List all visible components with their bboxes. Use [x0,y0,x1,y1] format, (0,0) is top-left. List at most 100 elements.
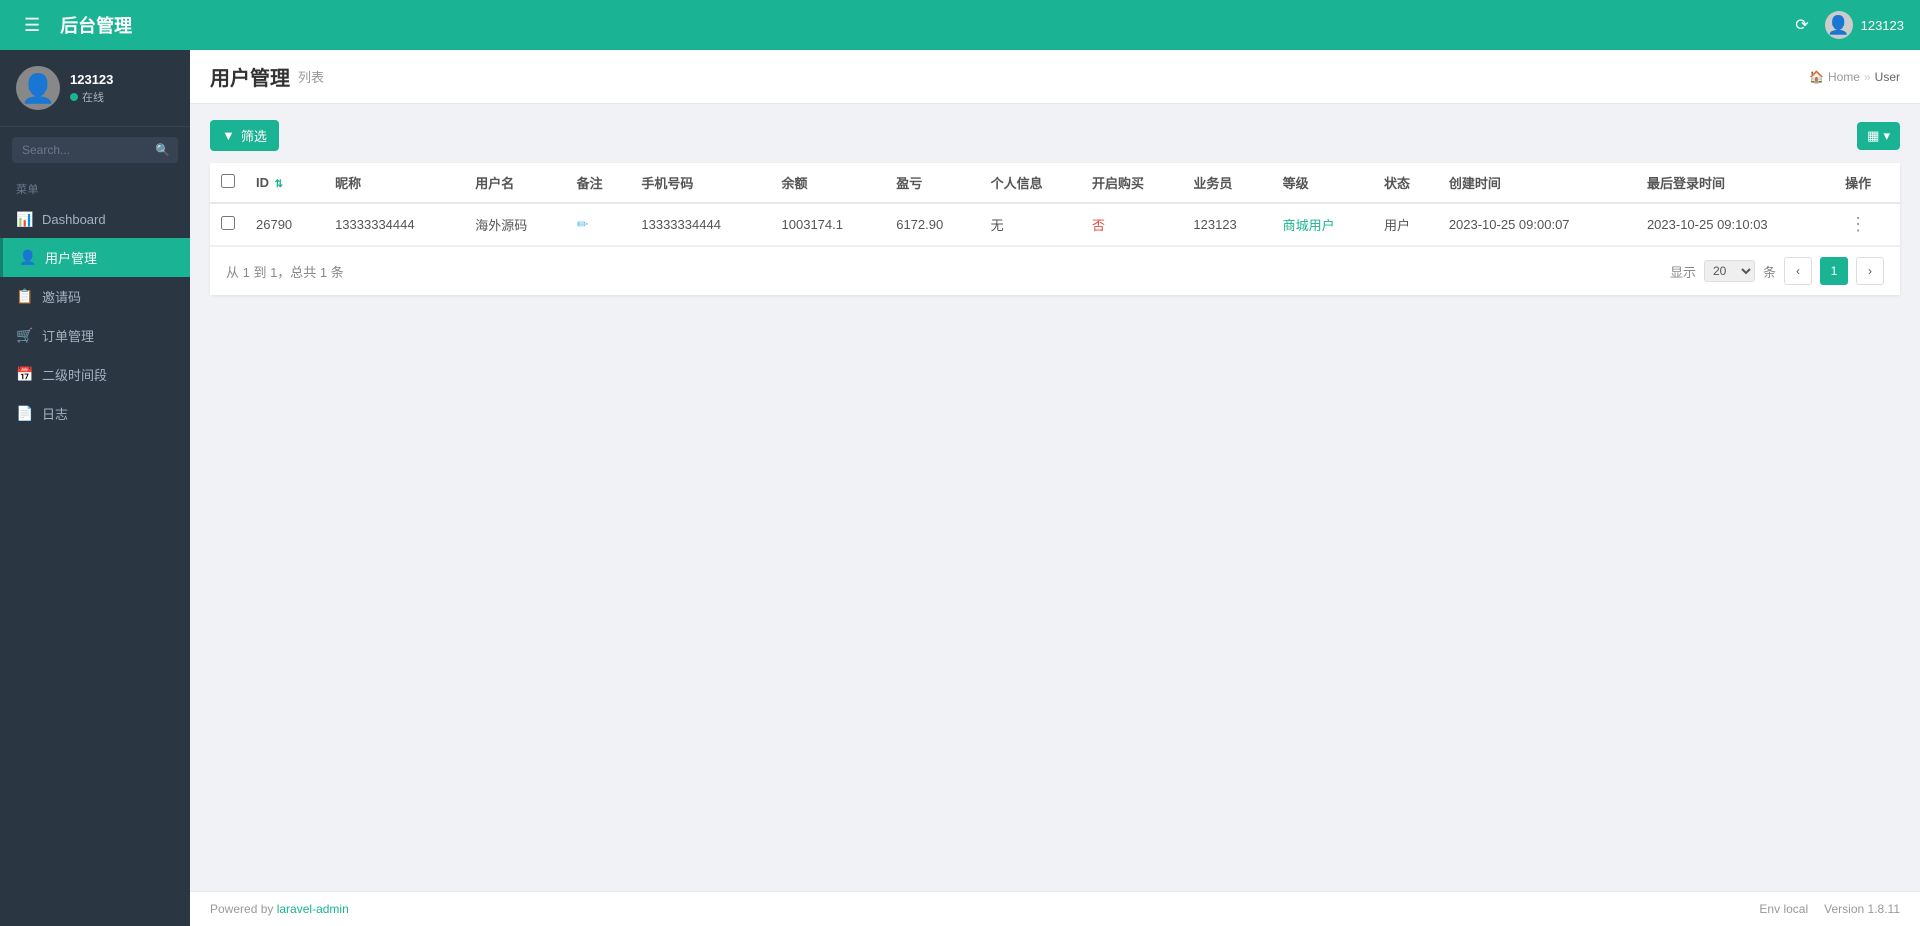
col-created-at: 创建时间 [1439,163,1637,203]
env-info: Env local [1759,902,1808,916]
status-dot [70,93,78,101]
header-avatar: 👤 [1825,11,1853,39]
breadcrumb-separator: » [1864,70,1871,84]
columns-icon: ▦ [1867,128,1879,144]
next-page-button[interactable]: › [1856,257,1884,285]
sidebar-user-panel: 👤 123123 在线 [0,50,190,127]
cell-phone: 13333334444 [631,203,771,246]
header-username: 123123 [1861,18,1904,33]
sidebar-item-label: 订单管理 [42,326,94,345]
cell-balance: 1003174.1 [772,203,887,246]
sidebar-section-label: 菜单 [0,173,190,201]
cell-last-login: 2023-10-25 09:10:03 [1637,203,1835,246]
header-right: ⟳ 👤 123123 [1795,11,1904,39]
filter-button[interactable]: ▼ 筛选 [210,120,279,151]
sidebar: 👤 123123 在线 🔍 菜单 📊 Dashboard 👤 用户管理 [0,50,190,926]
cell-status: 用户 [1374,203,1439,246]
display-label: 显示 [1670,262,1696,281]
footer-link[interactable]: laravel-admin [277,902,349,916]
col-phone: 手机号码 [631,163,771,203]
col-action: 操作 [1835,163,1900,203]
columns-dropdown-icon: ▾ [1883,128,1890,144]
sidebar-item-invite-code[interactable]: 📋 邀请码 [0,277,190,316]
page-subtitle: 列表 [298,67,324,86]
invite-icon: 📋 [16,288,32,305]
sidebar-search-input[interactable] [12,137,178,163]
page-1-button[interactable]: 1 [1820,257,1848,285]
dashboard-icon: 📊 [16,211,32,228]
sidebar-user-info: 123123 在线 [70,72,113,105]
per-page-label: 条 [1763,262,1776,281]
note-edit-button[interactable]: ✏ [577,216,589,233]
home-icon: 🏠 [1809,70,1824,84]
select-all-col [210,163,246,203]
cell-personal-info: 无 [981,203,1082,246]
sidebar-item-order-management[interactable]: 🛒 订单管理 [0,316,190,355]
table-header: ID ⇅ 昵称 用户名 备注 手机号码 余额 盈亏 个人信息 开启购买 业务员 [210,163,1900,203]
open-purchase-link[interactable]: 否 [1092,218,1105,233]
cell-note: ✏ [567,203,632,246]
col-profit-loss: 盈亏 [886,163,980,203]
col-open-purchase: 开启购买 [1082,163,1183,203]
data-table-wrapper: ID ⇅ 昵称 用户名 备注 手机号码 余额 盈亏 个人信息 开启购买 业务员 [210,163,1900,295]
cell-profit-loss: 6172.90 [886,203,980,246]
page-title-area: 用户管理 列表 [210,62,324,91]
page-size-select[interactable]: 20 50 100 [1704,260,1755,282]
powered-by-label: Powered by [210,902,273,916]
row-checkbox-cell [210,203,246,246]
cell-username: 海外源码 [465,203,566,246]
table-row: 26790 13333334444 海外源码 ✏ 13333334444 100… [210,203,1900,246]
cell-id: 26790 [246,203,325,246]
col-balance: 余额 [772,163,887,203]
refresh-icon[interactable]: ⟳ [1795,15,1808,35]
row-more-button[interactable]: ⋮ [1845,214,1871,235]
table-footer: 从 1 到 1，总共 1 条 显示 20 50 100 条 ‹ 1 › [210,246,1900,295]
log-icon: 📄 [16,405,32,422]
filter-label: 筛选 [241,126,267,145]
col-level: 等级 [1273,163,1374,203]
sidebar-item-time-period[interactable]: 📅 二级时间段 [0,355,190,394]
select-all-checkbox[interactable] [221,174,235,188]
cell-level: 商城用户 [1273,203,1374,246]
cell-nickname: 13333334444 [325,203,465,246]
calendar-icon: 📅 [16,366,32,383]
sidebar-search-area: 🔍 [0,127,190,173]
header-user-info[interactable]: 👤 123123 [1825,11,1904,39]
prev-page-button[interactable]: ‹ [1784,257,1812,285]
filter-bar: ▼ 筛选 ▦ ▾ [210,120,1900,151]
sidebar-status-label: 在线 [82,89,104,105]
row-checkbox[interactable] [221,216,235,230]
content-area: 用户管理 列表 🏠 Home » User ▼ 筛选 ▦ ▾ [190,50,1920,926]
sidebar-item-label: 日志 [42,404,68,423]
pagination-info: 从 1 到 1，总共 1 条 [226,262,344,281]
col-last-login: 最后登录时间 [1637,163,1835,203]
columns-button[interactable]: ▦ ▾ [1857,122,1900,150]
sidebar-item-dashboard[interactable]: 📊 Dashboard [0,201,190,238]
sidebar-item-user-management[interactable]: 👤 用户管理 [0,238,190,277]
cell-action: ⋮ [1835,203,1900,246]
sidebar-item-logs[interactable]: 📄 日志 [0,394,190,433]
data-table: ID ⇅ 昵称 用户名 备注 手机号码 余额 盈亏 个人信息 开启购买 业务员 [210,163,1900,246]
col-note: 备注 [567,163,632,203]
sidebar-username: 123123 [70,72,113,87]
breadcrumb: 🏠 Home » User [1809,70,1900,84]
hamburger-button[interactable]: ☰ [16,11,48,40]
version-info: Version 1.8.11 [1824,902,1900,916]
sort-icon[interactable]: ⇅ [275,179,283,190]
top-header: ☰ 后台管理 ⟳ 👤 123123 [0,0,1920,50]
sidebar-item-label: 用户管理 [45,248,97,267]
level-link[interactable]: 商城用户 [1283,218,1335,233]
sidebar-item-label: Dashboard [42,212,106,227]
footer-right: Env local Version 1.8.11 [1759,902,1900,916]
breadcrumb-home-link[interactable]: Home [1828,70,1860,84]
col-salesman: 业务员 [1183,163,1272,203]
main-content: ▼ 筛选 ▦ ▾ I [190,104,1920,891]
col-id: ID ⇅ [246,163,325,203]
cell-created-at: 2023-10-25 09:00:07 [1439,203,1637,246]
col-status: 状态 [1374,163,1439,203]
filter-icon: ▼ [222,128,235,143]
sidebar-item-label: 二级时间段 [42,365,107,384]
page-title: 用户管理 [210,62,290,91]
table-body: 26790 13333334444 海外源码 ✏ 13333334444 100… [210,203,1900,246]
breadcrumb-current: User [1875,70,1900,84]
